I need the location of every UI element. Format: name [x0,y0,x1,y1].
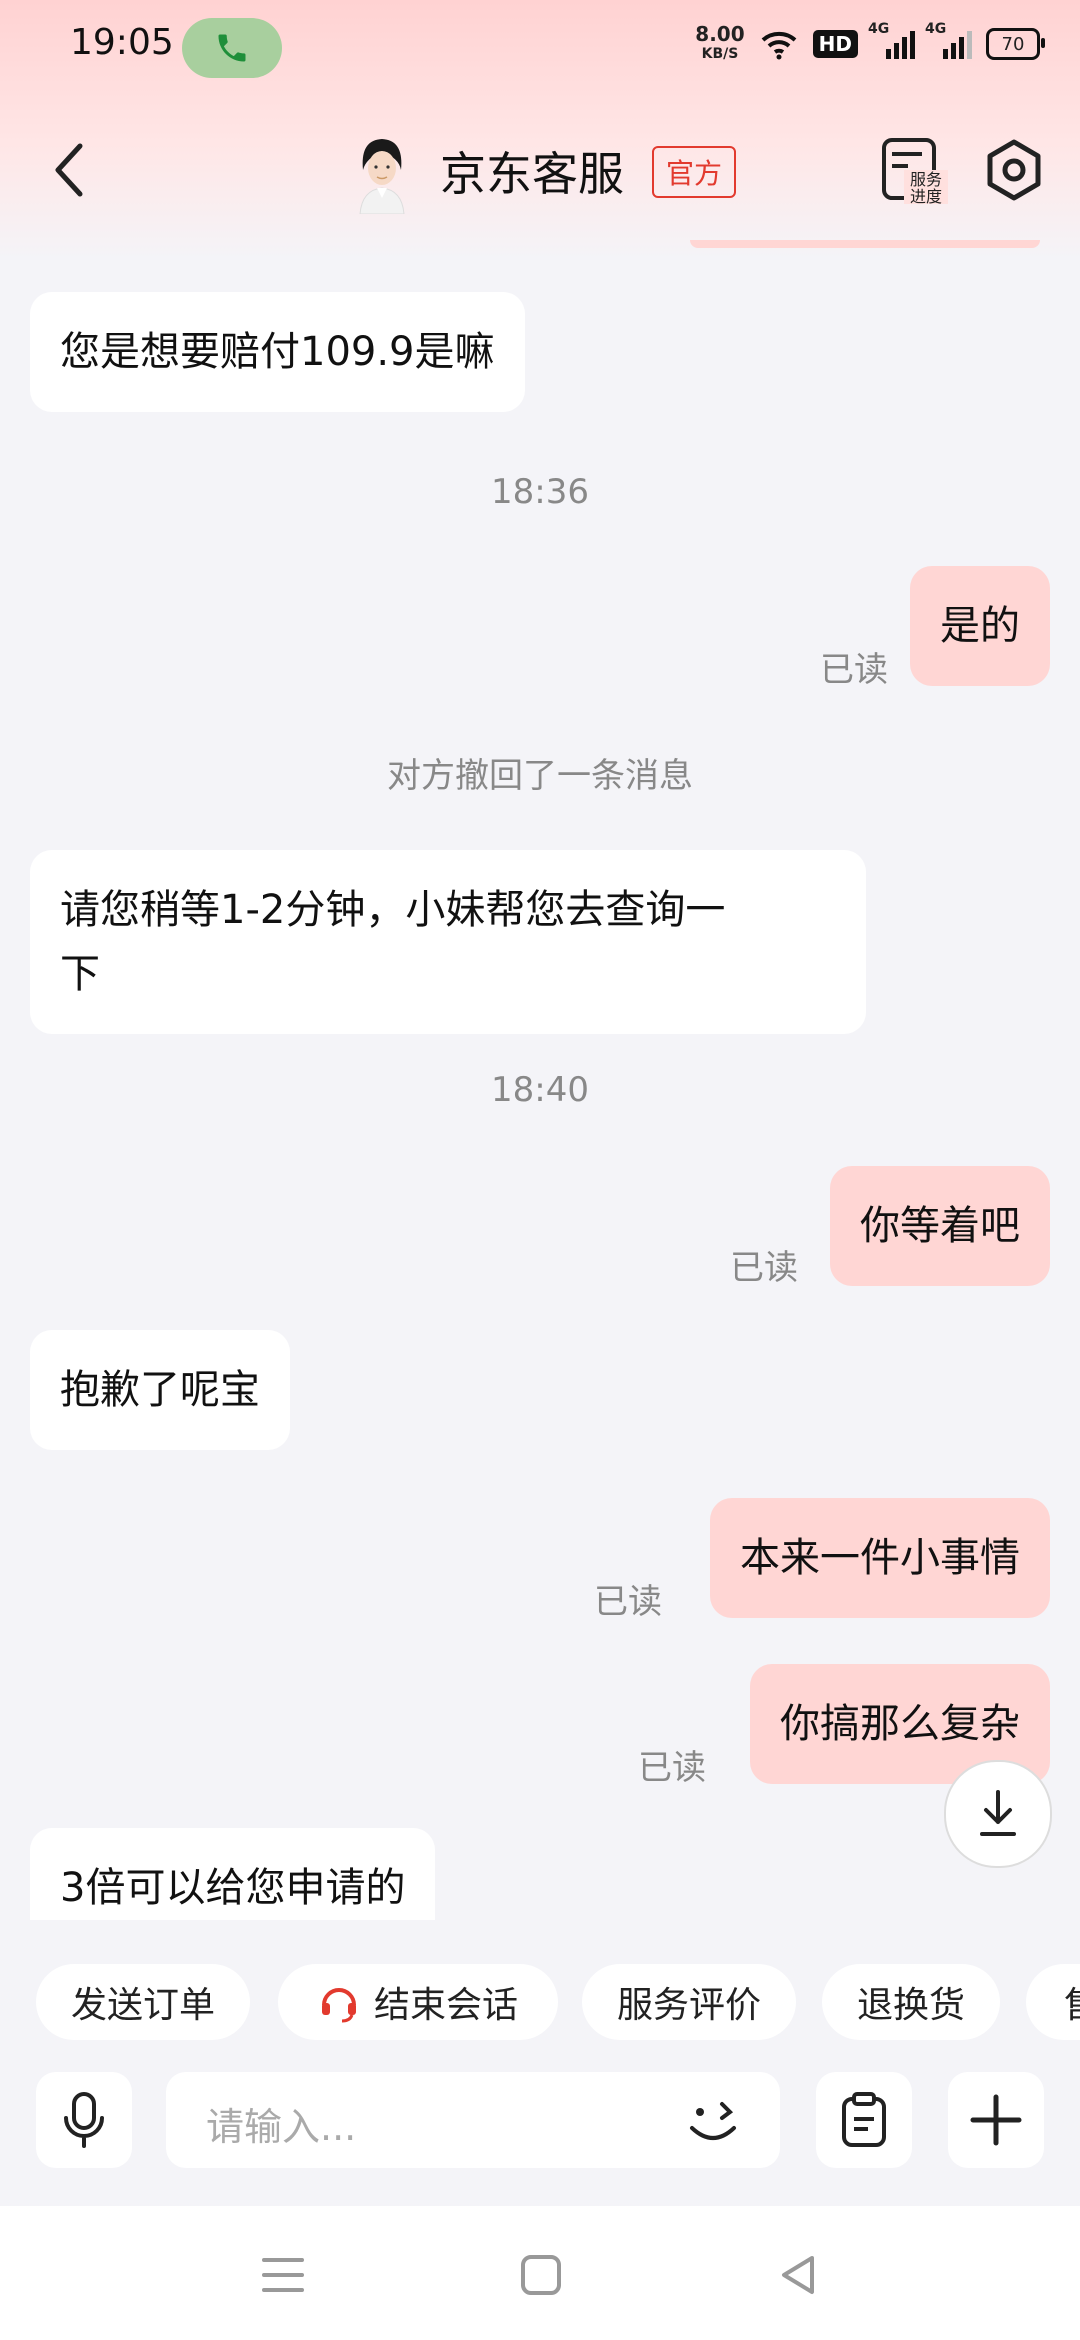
chip-return-exchange[interactable]: 退换货 [822,1964,1000,2040]
read-receipt: 已读 [730,1248,798,1288]
message-outgoing[interactable]: 本来一件小事情 [710,1498,1050,1618]
service-progress-icon: 服务 进度 [882,138,948,206]
back-arrow-icon[interactable] [46,140,96,200]
phone-icon [218,34,246,62]
read-receipt: 已读 [594,1582,662,1622]
battery-icon: 70 [986,28,1045,60]
input-placeholder: 请输入... [206,2105,357,2149]
message-timestamp: 18:36 [491,472,589,512]
more-options-button[interactable] [948,2072,1044,2168]
message-incoming[interactable]: 3倍可以给您申请的 [30,1828,436,1920]
scroll-to-bottom-button[interactable] [944,1760,1052,1868]
clipboard-icon [842,2092,886,2147]
quick-actions-bar: 发送订单 结束会话 服务评价 退换货 售 [0,1956,1080,2046]
emoji-wink-icon[interactable] [682,2090,744,2152]
message-incoming[interactable]: 您是想要赔付109.9是嘛 [30,292,525,412]
agent-avatar [359,139,405,214]
wifi-icon [761,31,796,60]
plus-icon [970,2094,1022,2146]
signal-sim1-icon: 4G [868,21,915,59]
sim1-network-type: 4G [868,21,890,37]
message-incoming[interactable]: 抱歉了呢宝 [30,1330,290,1450]
chip-end-session-label: 结束会话 [373,1985,518,2026]
chip-service-rating[interactable]: 服务评价 [582,1964,796,2040]
system-notice-recalled: 对方撤回了一条消息 [387,756,693,796]
message-outgoing[interactable]: 你等着吧 [830,1166,1050,1286]
network-speed: 8.00 KB/S [695,24,744,64]
status-icons: 8.00 KB/S HD 4G 4G 70 [695,21,1045,64]
voice-input-button[interactable] [36,2072,132,2168]
ongoing-call-pill[interactable] [182,18,282,78]
hd-voice-badge: HD [812,30,858,58]
previous-message-edge [690,240,1040,248]
chat-message-list[interactable]: 您是想要赔付109.9是嘛 18:36 是的 已读 对方撤回了一条消息 请您稍等… [0,240,1080,1920]
chip-end-session[interactable]: 结束会话 [278,1964,558,2040]
clipboard-button[interactable] [816,2072,912,2168]
microphone-icon [64,2092,104,2148]
status-bar: 19:05 8.00 KB/S HD 4G 4G 70 [0,0,1080,96]
home-nav-icon[interactable] [516,2250,566,2300]
service-progress-label-2: 进度 [910,187,942,206]
message-outgoing[interactable]: 是的 [910,566,1050,686]
menu-nav-icon[interactable] [258,2250,308,2300]
download-arrow-icon [980,1790,1016,1836]
read-receipt: 已读 [638,1748,706,1788]
network-speed-unit: KB/S [701,46,739,62]
system-navigation-bar [0,2206,1080,2340]
chip-after-sales-partial[interactable]: 售 [1026,1964,1080,2040]
back-nav-icon[interactable] [774,2250,824,2300]
settings-icon[interactable] [982,138,1046,202]
input-bar: 请输入... [0,2070,1080,2170]
message-timestamp: 18:40 [491,1070,589,1110]
chat-header: 京东客服 官方 服务 进度 [0,110,1080,230]
message-incoming[interactable]: 请您稍等1-2分钟，小妹帮您去查询一 下 [30,850,866,1034]
signal-sim2-icon: 4G [925,21,972,59]
sim2-network-type: 4G [925,21,947,37]
headset-icon [321,1988,356,2023]
status-time: 19:05 [70,22,174,63]
battery-level: 70 [1001,33,1025,55]
agent-name: 京东客服 [440,147,624,201]
chip-send-order[interactable]: 发送订单 [36,1964,250,2040]
read-receipt: 已读 [820,650,888,690]
service-progress-button[interactable]: 服务 进度 [878,136,948,206]
official-badge: 官方 [652,146,737,198]
network-speed-value: 8.00 [695,22,745,46]
message-input[interactable]: 请输入... [166,2072,780,2168]
